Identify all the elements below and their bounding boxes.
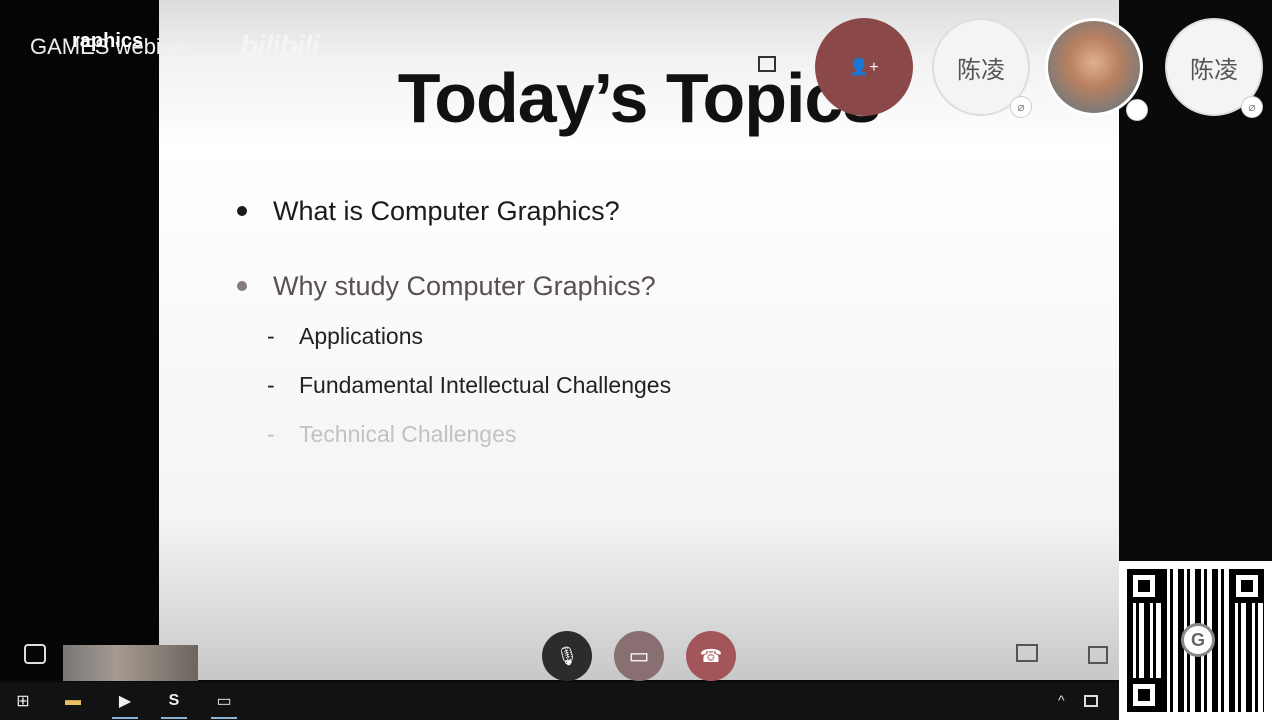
camera-toggle-button[interactable]: ▭: [614, 631, 664, 681]
bullet-dot: [237, 281, 247, 291]
mic-off-icon: ⌀: [1010, 96, 1032, 118]
sub-item-text: Fundamental Intellectual Challenges: [299, 371, 672, 398]
mute-microphone-button[interactable]: 🎙: [542, 631, 592, 681]
screenshot-icon[interactable]: [24, 644, 46, 664]
participant-avatar[interactable]: 陈凌 ⌀: [932, 18, 1032, 118]
active-app-indicator: [211, 717, 237, 719]
bullet-text: What is Computer Graphics?: [273, 195, 620, 226]
active-app-indicator: [161, 717, 187, 719]
mic-off-icon: ⌀: [1241, 96, 1263, 118]
sub-item-text: Applications: [299, 322, 424, 349]
taskbar: ⊞ ▬ ▶ S ▭ ^: [0, 682, 1119, 720]
frame-icon[interactable]: [758, 56, 776, 72]
qr-code: G: [1119, 561, 1272, 720]
mic-icon: 🎙: [555, 645, 579, 666]
participant-name: 陈凌: [957, 56, 1005, 84]
active-app-indicator: [112, 717, 138, 719]
self-video-preview[interactable]: [63, 645, 198, 681]
participant-avatar[interactable]: 陈凌 ⌀: [1165, 18, 1263, 118]
participant-name: 陈凌: [1190, 56, 1238, 84]
qr-logo-icon: G: [1181, 623, 1215, 657]
sub-item: - Fundamental Intellectual Challenges: [267, 365, 1091, 405]
windows-start-icon[interactable]: ⊞: [12, 690, 34, 712]
bullet-text: Why study Computer Graphics?: [273, 270, 656, 301]
qr-finder: [1127, 678, 1161, 712]
brand-overlay-text: raphics: [72, 30, 144, 52]
add-participant-button[interactable]: 👤+: [815, 18, 913, 116]
sub-dash: -: [267, 322, 275, 349]
folder-icon[interactable]: ▬: [62, 690, 84, 712]
camera-off-icon: ▭: [628, 643, 650, 668]
media-player-icon[interactable]: ▶: [114, 690, 136, 712]
window-app-icon[interactable]: ▭: [213, 690, 235, 712]
chat-icon[interactable]: [1016, 644, 1038, 662]
sub-item: - Applications: [267, 316, 1091, 356]
bullet-list: What is Computer Graphics? Why study Com…: [231, 190, 1091, 454]
bullet-item: Why study Computer Graphics?: [231, 265, 1091, 307]
qr-pattern: G: [1127, 569, 1264, 712]
left-dark-panel: [0, 0, 159, 680]
add-person-icon: 👤+: [849, 59, 879, 76]
tray-icon[interactable]: [1084, 695, 1098, 707]
qr-finder: [1127, 569, 1161, 603]
screen-share-icon: [1126, 99, 1148, 121]
bullet-dot: [237, 206, 247, 216]
sub-dash: -: [267, 371, 275, 398]
bullet-item: What is Computer Graphics?: [231, 190, 1091, 232]
sub-dash: -: [267, 420, 275, 447]
bilibili-logo: bilibili: [240, 30, 320, 63]
tray-expand-icon[interactable]: ^: [1058, 692, 1065, 708]
layout-icon[interactable]: [1088, 646, 1108, 664]
qr-finder: [1230, 569, 1264, 603]
sub-item: - Technical Challenges: [267, 414, 1091, 454]
hang-up-button[interactable]: ☎: [686, 631, 736, 681]
skype-icon[interactable]: S: [163, 690, 185, 712]
hang-up-icon: ☎: [699, 645, 723, 666]
sub-item-text: Technical Challenges: [299, 420, 517, 447]
participant-video-avatar[interactable]: [1045, 18, 1148, 121]
